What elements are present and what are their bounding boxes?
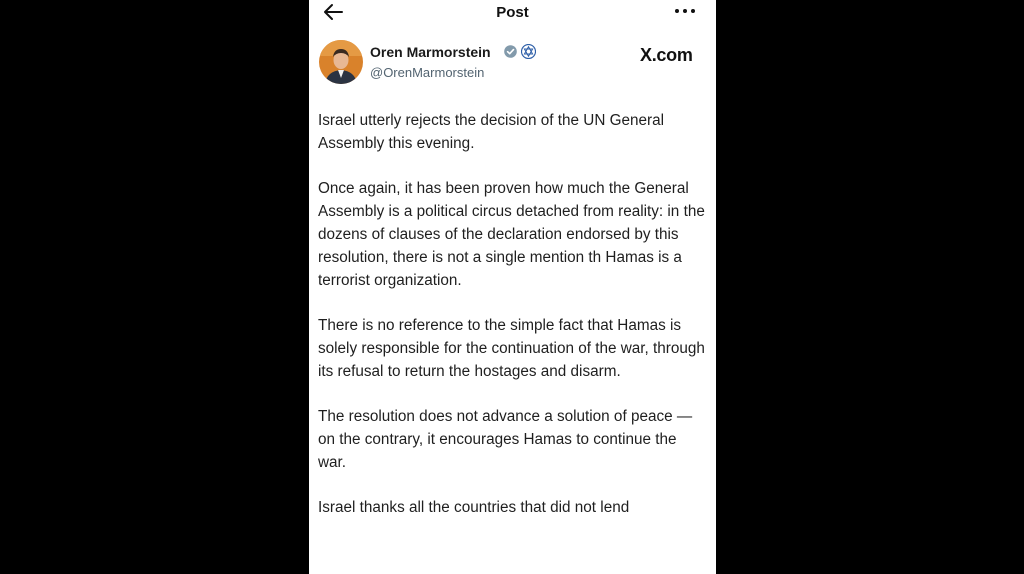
top-bar: Post [309, 0, 716, 24]
author-handle[interactable]: @OrenMarmorstein [370, 65, 484, 80]
verified-checkmark-icon [504, 45, 517, 58]
source-watermark: X.com [640, 45, 693, 65]
post-paragraph: Once again, it has been proven how much … [318, 180, 705, 289]
post-paragraph: Israel utterly rejects the decision of t… [318, 112, 665, 152]
post-paragraph: There is no reference to the simple fact… [318, 317, 705, 380]
israel-emblem-badge-icon [521, 44, 536, 59]
avatar[interactable] [319, 40, 363, 84]
more-horizontal-icon[interactable] [674, 6, 696, 16]
post-body: Israel utterly rejects the decision of t… [318, 109, 708, 541]
post-paragraph: The resolution does not advance a soluti… [318, 408, 693, 471]
page-title: Post [496, 4, 529, 21]
post-paragraph: Israel thanks all the countries that did… [318, 499, 630, 516]
post-screen: Post Oren Marmorstein @OrenMarmorstein X… [309, 0, 716, 574]
author-name[interactable]: Oren Marmorstein [370, 44, 491, 60]
